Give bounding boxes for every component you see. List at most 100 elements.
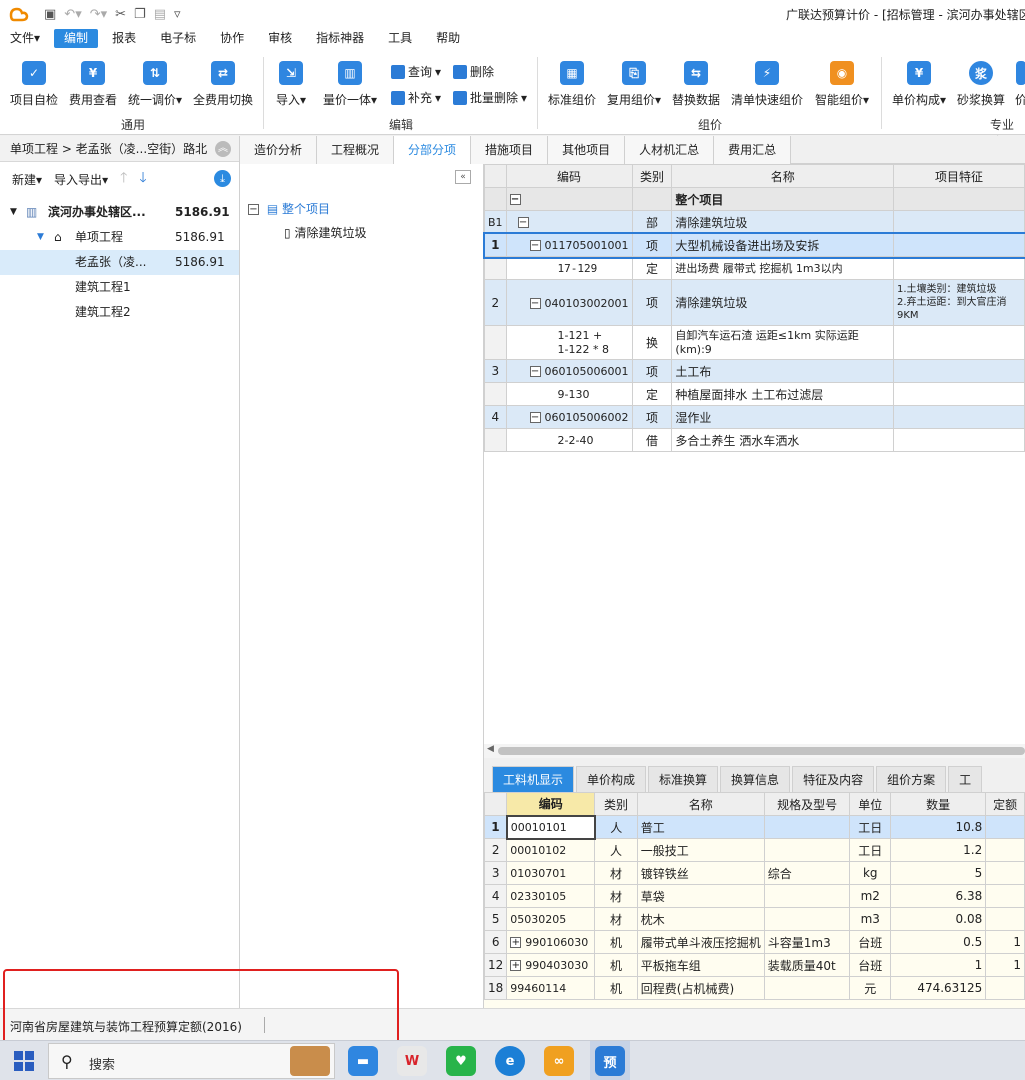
col-type[interactable]: 类别: [631, 164, 673, 188]
query-button[interactable]: 查询 ▾: [391, 63, 441, 80]
col-name[interactable]: 名称: [671, 164, 894, 188]
tab-features[interactable]: 特征及内容: [792, 766, 875, 792]
tree-node-building2[interactable]: 建筑工程2: [0, 300, 239, 325]
table-row[interactable]: 6 +990106030 机 履带式单斗液压挖掘机 斗容量1m3 台班 0.5 …: [484, 930, 1025, 954]
collapse-icon[interactable]: −: [529, 366, 541, 377]
unified-price-button[interactable]: ⇅ 统一调价▾: [128, 61, 182, 108]
copy-icon[interactable]: ❐: [134, 7, 146, 22]
glodon-icon[interactable]: ∞: [544, 1046, 574, 1076]
menu-file[interactable]: 文件▾: [0, 29, 50, 48]
tab-material-display[interactable]: 工料机显示: [492, 766, 575, 792]
tab-measures[interactable]: 措施项目: [471, 136, 549, 164]
tree-node-single[interactable]: ▼ ⌂ 单项工程 5186.91: [0, 225, 239, 250]
move-up-icon[interactable]: 🡑: [120, 167, 127, 191]
new-button[interactable]: 新建▾: [12, 171, 42, 188]
import-button[interactable]: ⇲ 导入▾: [276, 61, 306, 108]
tree-node-selected[interactable]: 老孟张（凌... 5186.91: [0, 250, 239, 275]
tab-overview[interactable]: 工程概况: [317, 136, 395, 164]
supplement-button[interactable]: 补充 ▾: [391, 89, 441, 106]
collapse-icon[interactable]: −: [529, 297, 541, 309]
unit-price-composition-button[interactable]: ¥ 单价构成▾: [892, 61, 946, 108]
col-quota[interactable]: 定额: [985, 792, 1025, 816]
tab-more[interactable]: 工: [948, 766, 983, 792]
tree-child[interactable]: ▯ 清除建筑垃圾: [284, 224, 366, 241]
customize-icon[interactable]: ▿: [174, 7, 181, 22]
table-row[interactable]: B1 − 部 清除建筑垃圾: [484, 210, 1025, 234]
reuse-pricing-button[interactable]: ⎘ 复用组价▾: [607, 61, 661, 108]
expand-icon[interactable]: ▼: [37, 225, 44, 250]
menu-index[interactable]: 指标神器: [306, 29, 374, 48]
table-row[interactable]: 1-121 + 1-122 * 8 换 自卸汽车运石渣 运距≤1km 实际运距 …: [484, 325, 1025, 360]
expand-icon[interactable]: +: [510, 960, 522, 971]
cut-icon[interactable]: ✂: [115, 7, 126, 22]
menu-tools[interactable]: 工具: [378, 29, 422, 48]
col-type[interactable]: 类别: [594, 792, 638, 816]
table-row[interactable]: 9-130 定 种植屋面排水 土工布过滤层: [484, 382, 1025, 406]
collapse-icon[interactable]: −: [529, 240, 541, 251]
expand-icon[interactable]: +: [510, 937, 522, 948]
tab-materials[interactable]: 人材机汇总: [625, 136, 715, 164]
save-icon[interactable]: ▣: [44, 7, 56, 22]
table-row[interactable]: 2 −040103002001 项 清除建筑垃圾 1.土壤类别：建筑垃圾 2.弃…: [484, 279, 1025, 326]
tab-pricing-scheme[interactable]: 组价方案: [876, 766, 947, 792]
price-button[interactable]: 价: [1015, 61, 1025, 108]
tab-standard-conversion[interactable]: 标准换算: [648, 766, 719, 792]
import-export-button[interactable]: 导入导出▾: [54, 171, 108, 188]
undo-icon[interactable]: ↶▾: [64, 7, 81, 22]
expand-icon[interactable]: ▼: [10, 200, 17, 225]
table-row[interactable]: 4 02330105 材 草袋 m2 6.38: [484, 884, 1025, 908]
tab-conversion-info[interactable]: 换算信息: [720, 766, 791, 792]
col-code[interactable]: 编码: [505, 164, 633, 188]
collapse-icon[interactable]: −: [248, 204, 259, 215]
wps-icon[interactable]: W: [397, 1046, 427, 1076]
scroll-left-icon[interactable]: ◀: [487, 744, 494, 754]
collapse-icon[interactable]: −: [529, 412, 541, 423]
tab-items[interactable]: 分部分项: [394, 136, 472, 164]
menu-collab[interactable]: 协作: [210, 29, 254, 48]
col-code[interactable]: 编码: [506, 792, 596, 816]
tab-other[interactable]: 其他项目: [548, 136, 626, 164]
menu-edit[interactable]: 编制: [54, 29, 99, 48]
col-name[interactable]: 名称: [636, 792, 765, 816]
smart-pricing-button[interactable]: ◉ 智能组价▾: [815, 61, 869, 108]
taskbar-search[interactable]: ⚲ 搜索: [48, 1043, 335, 1079]
col-feature[interactable]: 项目特征: [892, 164, 1025, 188]
collapse-left-icon[interactable]: «: [455, 170, 471, 184]
standard-pricing-button[interactable]: ▦ 标准组价: [548, 61, 596, 108]
budget-app-icon[interactable]: 预: [595, 1046, 625, 1076]
full-fee-switch-button[interactable]: ⇄ 全费用切换: [193, 61, 253, 108]
tab-cost-analysis[interactable]: 造价分析: [240, 136, 318, 164]
tree-root[interactable]: − ▤ 整个项目: [248, 200, 330, 217]
table-row[interactable]: 3 −060105006001 项 土工布: [484, 359, 1025, 383]
paste-icon[interactable]: ▤: [154, 7, 166, 22]
table-row-selected[interactable]: 1 00010101 人 普工 工日 10.8: [484, 814, 1025, 840]
collapse-up-icon[interactable]: ︽: [215, 141, 231, 157]
move-down-icon[interactable]: 🡓: [139, 167, 146, 191]
table-row[interactable]: 2 00010102 人 一般技工 工日 1.2: [484, 838, 1025, 862]
collapse-icon[interactable]: −: [509, 194, 521, 205]
edge-icon[interactable]: e: [495, 1046, 525, 1076]
project-check-button[interactable]: ✓ 项目自检: [10, 61, 58, 108]
quick-pricing-button[interactable]: ⚡ 清单快速组价: [731, 61, 803, 108]
redo-icon[interactable]: ↷▾: [90, 7, 107, 22]
table-row[interactable]: 3 01030701 材 镀锌铁丝 综合 kg 5: [484, 861, 1025, 885]
menu-review[interactable]: 审核: [258, 29, 302, 48]
horizontal-scrollbar[interactable]: ◀: [484, 744, 1025, 758]
tab-fee-summary[interactable]: 费用汇总: [714, 136, 792, 164]
collapse-icon[interactable]: −: [517, 217, 529, 228]
table-row[interactable]: 4 −060105006002 项 湿作业: [484, 405, 1025, 429]
table-row[interactable]: 12 +990403030 机 平板拖车组 装载质量40t 台班 1 1: [484, 953, 1025, 977]
col-unit[interactable]: 单位: [849, 792, 892, 816]
col-qty[interactable]: 数量: [890, 792, 987, 816]
mortar-conversion-button[interactable]: 浆 砂浆换算: [957, 61, 1005, 108]
table-row[interactable]: − 整个项目: [484, 187, 1025, 211]
table-row[interactable]: 17-129 定 进出场费 履带式 挖掘机 1m3以内: [484, 256, 1025, 280]
tab-unit-price[interactable]: 单价构成: [576, 766, 647, 792]
download-icon[interactable]: ⤓: [214, 170, 231, 187]
batch-delete-button[interactable]: 批量删除 ▾: [453, 89, 527, 106]
menu-help[interactable]: 帮助: [426, 29, 470, 48]
col-spec[interactable]: 规格及型号: [763, 792, 851, 816]
tree-node-building1[interactable]: 建筑工程1: [0, 275, 239, 300]
tree-node-project[interactable]: ▼ ▥ 滨河办事处辖区... 5186.91: [0, 200, 239, 225]
table-row[interactable]: 18 99460114 机 回程费(占机械费) 元 474.63125: [484, 976, 1025, 1000]
